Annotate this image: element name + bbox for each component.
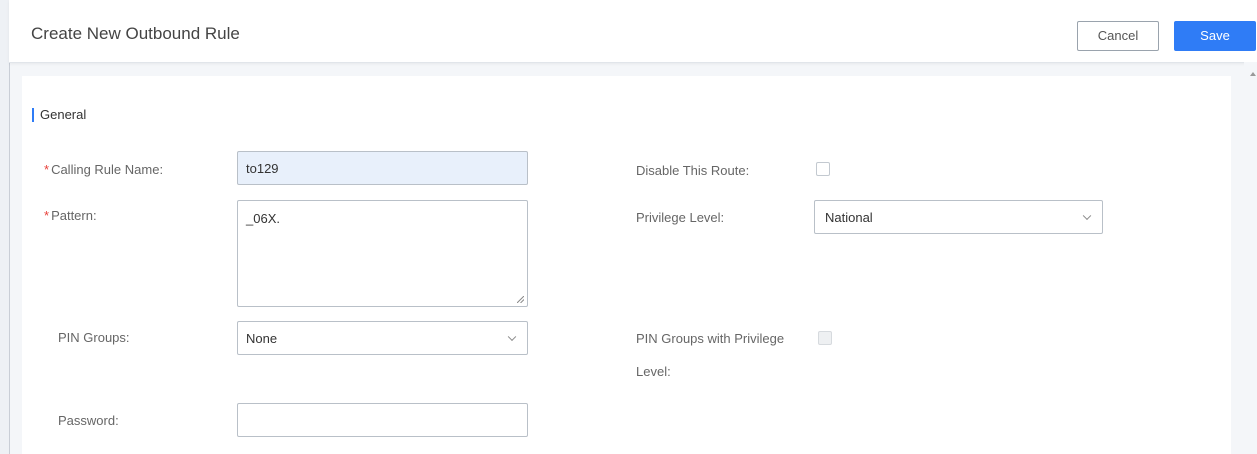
pattern-label: * Pattern: [44, 208, 97, 223]
save-button[interactable]: Save [1174, 21, 1256, 51]
chevron-down-icon [1082, 211, 1092, 221]
chevron-down-icon [507, 332, 517, 342]
scroll-up-icon[interactable] [1250, 72, 1256, 76]
disable-route-label: Disable This Route: [636, 163, 750, 178]
calling-rule-name-input[interactable]: to129 [237, 151, 528, 185]
pin-groups-label: PIN Groups: [58, 330, 130, 345]
calling-rule-name-value: to129 [246, 161, 279, 176]
pin-groups-privilege-label-line1: PIN Groups with Privilege [636, 331, 785, 346]
privilege-level-label: Privilege Level: [636, 210, 725, 225]
pin-groups-selected-value: None [246, 331, 278, 346]
password-label: Password: [58, 413, 119, 428]
required-asterisk: * [44, 208, 50, 223]
resize-handle-icon[interactable] [517, 296, 524, 303]
privilege-level-selected-value: National [825, 210, 873, 225]
form-panel [22, 76, 1231, 454]
calling-rule-name-label: * Calling Rule Name: [44, 162, 164, 177]
cancel-button[interactable]: Cancel [1077, 21, 1159, 51]
pin-groups-privilege-checkbox[interactable] [818, 331, 832, 345]
disable-route-checkbox[interactable] [816, 162, 830, 176]
page-header: Create New Outbound Rule Cancel Save [9, 0, 1257, 63]
privilege-level-select[interactable]: National [814, 200, 1103, 234]
pattern-value: _06X. [246, 211, 280, 226]
pin-groups-select[interactable]: None [237, 321, 528, 355]
section-accent-bar [32, 108, 34, 122]
pin-groups-privilege-label-line2: Level: [636, 364, 671, 379]
required-asterisk: * [44, 162, 50, 177]
page-title: Create New Outbound Rule [31, 24, 240, 43]
password-input[interactable] [237, 403, 528, 437]
scrollbar[interactable] [1244, 62, 1257, 454]
section-title: General [40, 107, 87, 122]
pattern-textarea[interactable]: _06X. [237, 200, 528, 307]
